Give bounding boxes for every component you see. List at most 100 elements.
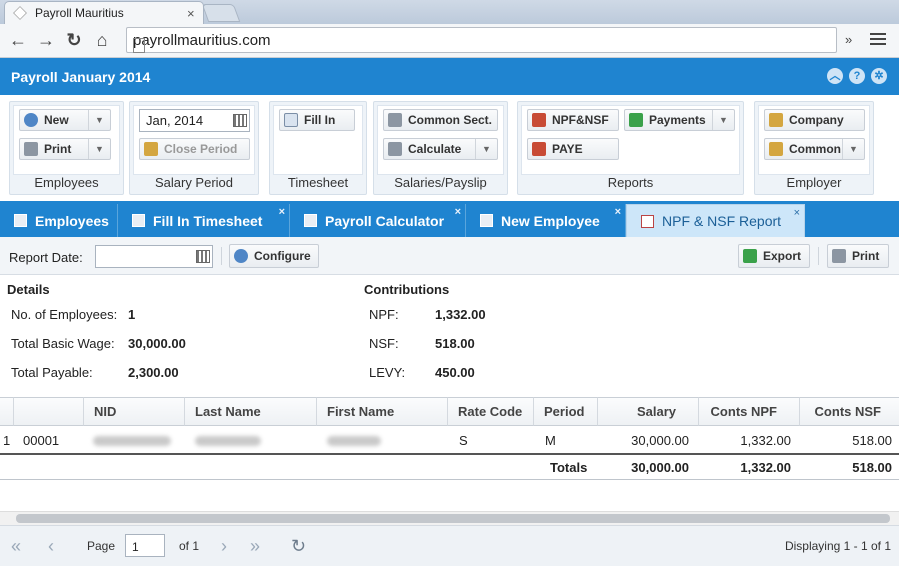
excel-icon xyxy=(743,249,757,263)
detail-label: Total Basic Wage: xyxy=(11,336,115,351)
person-icon xyxy=(480,214,493,227)
chevron-down-icon[interactable]: ▼ xyxy=(475,139,497,159)
help-icon[interactable]: ? xyxy=(849,68,865,84)
row-number: 1 xyxy=(3,433,11,448)
calendar-icon[interactable] xyxy=(233,114,247,127)
lock-icon xyxy=(144,142,158,156)
reload-icon[interactable]: ↻ xyxy=(60,30,88,51)
ribbon-group-employees: New ▼ Print ▼ Employees xyxy=(9,101,124,195)
ribbon-toolbar: New ▼ Print ▼ Employees Jan, 2014 Close … xyxy=(0,95,899,201)
chevron-down-icon[interactable]: ▼ xyxy=(842,139,864,159)
first-page-icon[interactable]: « xyxy=(11,536,21,557)
person-icon xyxy=(234,249,248,263)
last-page-icon[interactable]: » xyxy=(250,536,260,557)
contribution-value: 450.00 xyxy=(435,365,475,380)
app-header: Payroll January 2014 xyxy=(0,58,899,95)
group-label: Employees xyxy=(34,175,99,190)
browser-toolbar: ← → ↻ ⌂ payrollmauritius.com » xyxy=(0,24,899,58)
close-period-button[interactable]: Close Period xyxy=(139,138,250,160)
company-button[interactable]: Company xyxy=(764,109,865,131)
chevron-down-icon[interactable]: ▼ xyxy=(88,139,110,159)
calculator-icon xyxy=(304,214,317,227)
group-label: Reports xyxy=(607,175,654,190)
gears-icon xyxy=(769,142,783,156)
period-date-field[interactable]: Jan, 2014 xyxy=(139,109,250,132)
previous-page-icon[interactable]: ‹ xyxy=(48,536,54,557)
printer-icon xyxy=(832,249,846,263)
group-label: Timesheet xyxy=(287,175,349,190)
chevron-down-icon[interactable]: ▼ xyxy=(712,110,734,130)
close-tab-icon[interactable]: × xyxy=(615,206,621,218)
tab-npf-nsf-report[interactable]: NPF & NSF Report × xyxy=(626,204,805,237)
close-tab-icon[interactable]: × xyxy=(794,207,800,219)
column-header-last-name[interactable]: Last Name xyxy=(185,397,317,426)
report-icon xyxy=(641,214,654,228)
column-header-conts-nsf[interactable]: Conts NSF xyxy=(800,397,899,426)
address-bar[interactable]: payrollmauritius.com xyxy=(126,27,837,53)
payments-button[interactable]: Payments ▼ xyxy=(624,109,735,131)
calculator-icon xyxy=(388,142,402,156)
tab-fill-in-timesheet[interactable]: Fill In Timesheet × xyxy=(118,204,290,237)
group-label: Salary Period xyxy=(154,175,234,190)
totals-label: Totals xyxy=(550,460,588,475)
tab-new-employee[interactable]: New Employee × xyxy=(466,204,626,237)
common-button[interactable]: Common ▼ xyxy=(764,138,865,160)
tab-payroll-calculator[interactable]: Payroll Calculator × xyxy=(290,204,466,237)
page-title: Payroll January 2014 xyxy=(11,69,151,85)
table-icon xyxy=(284,113,298,127)
report-date-field[interactable] xyxy=(95,245,213,268)
pagination-bar: « ‹ Page 1 of 1 › » ↻ Displaying 1 - 1 o… xyxy=(0,525,899,566)
collapse-icon[interactable]: ︿ xyxy=(827,68,843,84)
column-header-period[interactable]: Period xyxy=(534,397,598,426)
forward-arrow-icon[interactable]: → xyxy=(32,30,60,51)
detail-label: Total Payable: xyxy=(11,365,93,380)
chevron-down-icon[interactable]: ▼ xyxy=(88,110,110,130)
calendar-icon[interactable] xyxy=(196,250,210,263)
horizontal-scrollbar[interactable] xyxy=(0,511,899,525)
next-page-icon[interactable]: › xyxy=(221,536,227,557)
browser-menu-icon[interactable] xyxy=(870,30,886,48)
configure-button[interactable]: Configure xyxy=(229,244,319,268)
paye-report-button[interactable]: PAYE xyxy=(527,138,619,160)
column-header-rate-code[interactable]: Rate Code xyxy=(448,397,534,426)
tab-employees[interactable]: Employees xyxy=(0,204,118,237)
print-report-button[interactable]: Print xyxy=(827,244,889,268)
refresh-icon[interactable]: ↻ xyxy=(291,536,306,557)
scrollbar-thumb[interactable] xyxy=(16,514,890,523)
close-tab-icon[interactable]: × xyxy=(279,206,285,218)
export-button[interactable]: Export xyxy=(738,244,810,268)
page-number-input[interactable]: 1 xyxy=(125,534,165,557)
common-sect-button[interactable]: Common Sect. xyxy=(383,109,498,131)
total-conts-npf: 1,332.00 xyxy=(740,460,791,475)
column-header-conts-npf[interactable]: Conts NPF xyxy=(699,397,800,426)
table-icon xyxy=(132,214,145,227)
detail-value: 2,300.00 xyxy=(128,365,179,380)
column-header-nid[interactable]: NID xyxy=(84,397,185,426)
person-add-icon xyxy=(24,113,38,127)
report-icon xyxy=(532,113,546,127)
nid-value xyxy=(93,434,171,449)
group-label: Employer xyxy=(786,175,842,190)
print-button[interactable]: Print ▼ xyxy=(19,138,111,160)
browser-tab[interactable]: Payroll Mauritius × xyxy=(4,1,204,24)
settings-gear-icon[interactable]: ✲ xyxy=(871,68,887,84)
calculate-button[interactable]: Calculate ▼ xyxy=(383,138,498,160)
ribbon-group-salary-period: Jan, 2014 Close Period Salary Period xyxy=(129,101,259,195)
home-icon[interactable]: ⌂ xyxy=(88,30,116,51)
report-date-label: Report Date: xyxy=(9,250,83,265)
close-tab-icon[interactable]: × xyxy=(187,6,203,21)
fill-in-button[interactable]: Fill In xyxy=(279,109,355,131)
new-employee-button[interactable]: New ▼ xyxy=(19,109,111,131)
ribbon-group-salaries: Common Sect. Calculate ▼ Salaries/Paysli… xyxy=(373,101,508,195)
salary-value: 30,000.00 xyxy=(631,433,689,448)
group-label: Salaries/Payslip xyxy=(394,175,487,190)
extensions-overflow-icon[interactable]: » xyxy=(845,32,852,47)
column-header-salary[interactable]: Salary xyxy=(598,397,699,426)
column-header-first-name[interactable]: First Name xyxy=(317,397,448,426)
last-name-value xyxy=(195,434,261,449)
page-count-label: of 1 xyxy=(179,539,200,553)
new-tab-button[interactable] xyxy=(201,4,241,22)
close-tab-icon[interactable]: × xyxy=(455,206,461,218)
npf-nsf-report-button[interactable]: NPF&NSF xyxy=(527,109,619,131)
back-arrow-icon[interactable]: ← xyxy=(4,30,32,51)
